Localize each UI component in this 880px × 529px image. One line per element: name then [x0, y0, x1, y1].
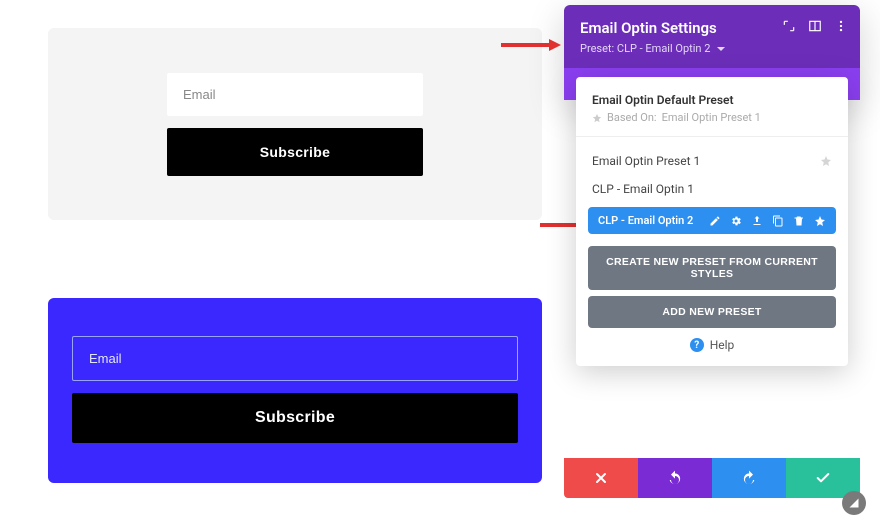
- preset-dropdown: Email Optin Default Preset Based On: Ema…: [576, 77, 848, 366]
- help-label: Help: [710, 338, 735, 352]
- redo-button[interactable]: [712, 458, 786, 498]
- panel-header: Email Optin Settings Preset: CLP - Email…: [564, 5, 860, 68]
- preset-item-label: CLP - Email Optin 1: [592, 182, 694, 196]
- preset-default-title: Email Optin Default Preset: [592, 93, 832, 107]
- close-icon: [593, 470, 609, 486]
- add-preset-button[interactable]: ADD NEW PRESET: [588, 296, 836, 328]
- chevron-down-icon: [717, 47, 725, 51]
- star-icon[interactable]: [814, 215, 826, 227]
- preset-item-label: CLP - Email Optin 2: [598, 214, 700, 227]
- subscribe-button[interactable]: Subscribe: [167, 128, 423, 176]
- undo-button[interactable]: [638, 458, 712, 498]
- email-field[interactable]: [72, 336, 518, 381]
- subscribe-button[interactable]: Subscribe: [72, 393, 518, 443]
- expand-icon[interactable]: [782, 19, 796, 33]
- star-icon: [592, 113, 602, 123]
- preview-area: Subscribe Subscribe: [48, 28, 542, 506]
- more-icon[interactable]: [834, 19, 848, 33]
- settings-panel: Email Optin Settings Preset: CLP - Email…: [564, 5, 860, 100]
- preset-label-prefix: Preset:: [580, 42, 617, 55]
- action-bar: [564, 458, 860, 498]
- star-icon[interactable]: [820, 155, 832, 167]
- help-icon: ?: [690, 338, 704, 352]
- create-preset-button[interactable]: CREATE NEW PRESET FROM CURRENT STYLES: [588, 246, 836, 290]
- preset-current-name: CLP - Email Optin 2: [617, 42, 710, 55]
- preset-item[interactable]: CLP - Email Optin 1: [576, 175, 848, 203]
- based-on-name: Email Optin Preset 1: [662, 111, 761, 124]
- preset-item[interactable]: Email Optin Preset 1: [576, 147, 848, 175]
- resize-handle[interactable]: [842, 491, 866, 515]
- trash-icon[interactable]: [793, 215, 805, 227]
- columns-icon[interactable]: [808, 19, 822, 33]
- preset-default-block[interactable]: Email Optin Default Preset Based On: Ema…: [576, 93, 848, 137]
- check-icon: [815, 470, 831, 486]
- edit-icon[interactable]: [709, 215, 721, 227]
- annotation-arrow: [501, 36, 561, 48]
- copy-icon[interactable]: [772, 215, 784, 227]
- gear-icon[interactable]: [730, 215, 742, 227]
- export-icon[interactable]: [751, 215, 763, 227]
- resize-icon: [848, 497, 860, 509]
- redo-icon: [741, 470, 757, 486]
- preset-item-label: Email Optin Preset 1: [592, 154, 700, 168]
- preset-item-active[interactable]: CLP - Email Optin 2: [588, 207, 836, 234]
- based-on-prefix: Based On:: [607, 111, 657, 124]
- help-link[interactable]: ? Help: [576, 338, 848, 352]
- cancel-button[interactable]: [564, 458, 638, 498]
- email-field[interactable]: [167, 73, 423, 116]
- preset-dropdown-toggle[interactable]: Preset: CLP - Email Optin 2: [580, 42, 725, 55]
- optin-preview-blue: Subscribe: [48, 298, 542, 483]
- optin-preview-light: Subscribe: [48, 28, 542, 220]
- undo-icon: [667, 470, 683, 486]
- preset-based-on: Based On: Email Optin Preset 1: [592, 111, 832, 124]
